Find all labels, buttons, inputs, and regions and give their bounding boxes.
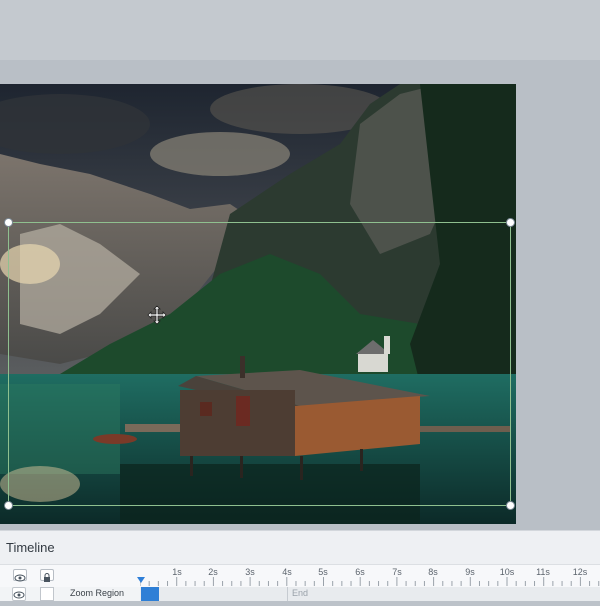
track-name: Zoom Region [70, 588, 125, 598]
eye-icon [13, 591, 25, 599]
ruler-label: 7s [392, 567, 402, 577]
ruler-label: 1s [172, 567, 182, 577]
ruler-label: 2s [208, 567, 218, 577]
move-cursor-icon [147, 305, 167, 325]
playhead-marker[interactable] [137, 577, 145, 583]
resize-handle-top-right[interactable] [506, 218, 515, 227]
ruler-label: 12s [572, 567, 588, 577]
ruler-label: 4s [282, 567, 292, 577]
timeline-ruler[interactable]: 1s 2s 3s 4s 5s 6s 7s 8s 9s 10s 11s 12s [140, 565, 600, 587]
canvas-top-strip [0, 0, 600, 60]
lock-icon [44, 573, 50, 582]
visibility-toggle-all[interactable] [13, 569, 27, 582]
zoom-region-clip[interactable] [141, 587, 159, 601]
eye-icon [14, 574, 26, 582]
timeline-title: Timeline [6, 540, 55, 555]
ruler-label: 3s [245, 567, 255, 577]
zoom-region-frame[interactable] [4, 218, 515, 510]
timeline-panel: Timeline 1s 2s 3s 4s 5s 6s 7s 8s 9s 10s [0, 530, 600, 601]
resize-handle-top-left[interactable] [4, 218, 13, 227]
ruler-label: 11s [536, 567, 550, 577]
resize-handle-bottom-right[interactable] [506, 501, 515, 510]
lock-toggle-all[interactable] [40, 569, 54, 582]
resize-handle-bottom-left[interactable] [4, 501, 13, 510]
track-end-marker [287, 587, 288, 601]
track-visibility-toggle[interactable] [12, 587, 26, 601]
ruler-label: 8s [428, 567, 438, 577]
ruler-label: 10s [499, 567, 515, 577]
track-row-zoom-region[interactable]: Zoom Region End [0, 587, 600, 601]
ruler-label: 5s [318, 567, 328, 577]
track-lock-checkbox[interactable] [40, 587, 54, 601]
track-end-label: End [292, 588, 309, 598]
timeline-header: 1s 2s 3s 4s 5s 6s 7s 8s 9s 10s 11s 12s [0, 564, 600, 588]
track-lane[interactable] [140, 587, 600, 601]
ruler-label: 6s [355, 567, 365, 577]
ruler-label: 9s [465, 567, 475, 577]
